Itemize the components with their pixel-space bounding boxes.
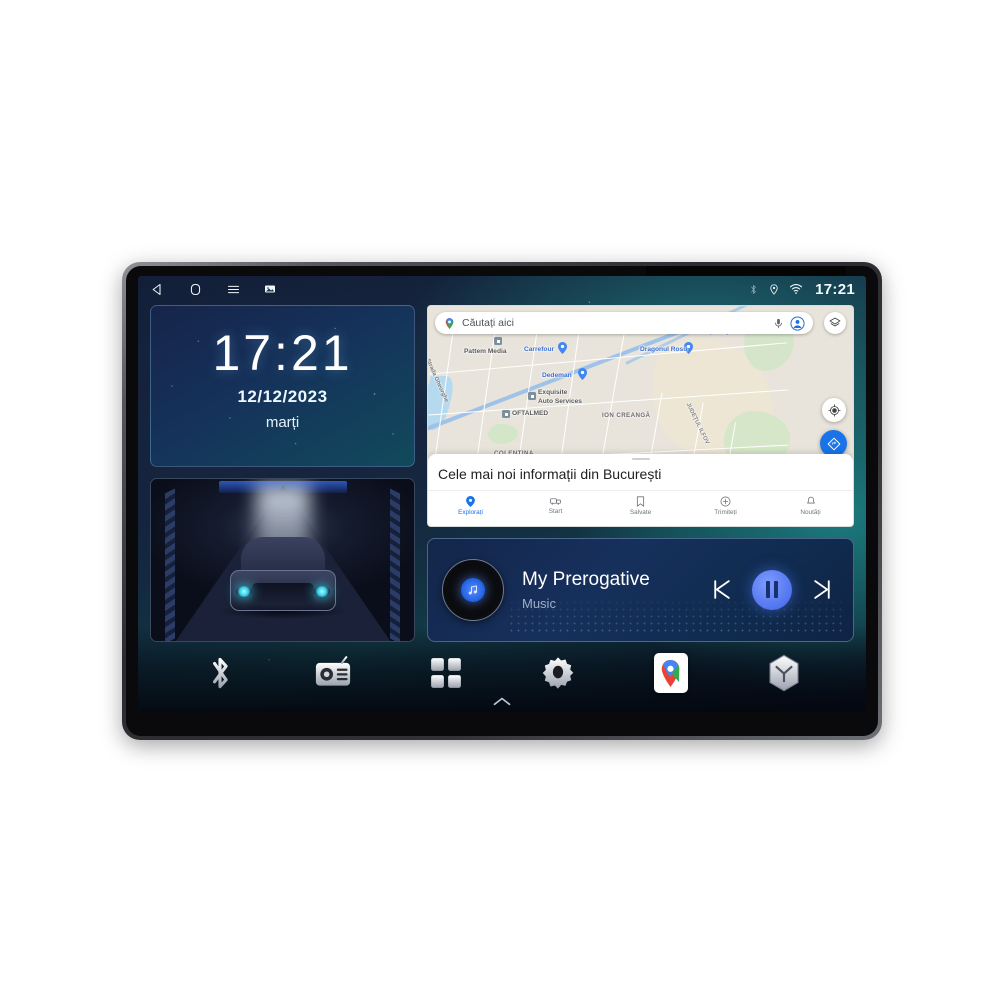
map-poi-marker-oftalmed[interactable] — [502, 410, 510, 418]
car-body — [229, 537, 336, 611]
map-tab-saved[interactable]: Salvate — [598, 491, 683, 521]
car-road-scene — [151, 478, 414, 641]
screen: 17:21 17:21 12/12/2023 marți Strada Gheo… — [138, 276, 866, 712]
map-poi-label-autoservices: Auto Services — [538, 398, 582, 405]
pause-bar-left — [766, 581, 770, 599]
left-widget-column: 17:21 12/12/2023 marți — [150, 305, 415, 642]
dock-item-cube-app[interactable] — [761, 650, 807, 696]
bluetooth-icon — [748, 283, 759, 296]
status-indicators: 17:21 — [748, 281, 855, 298]
map-poi-label-dragonul: Dragonul Rosu — [640, 346, 688, 353]
map-tab-updates[interactable]: Noutăți — [768, 491, 853, 521]
map-poi-marker-exquisite[interactable] — [528, 392, 536, 400]
right-widget-column: Strada Gheorghe JUDEȚUL ILFOV Pattem Med… — [427, 305, 854, 642]
map-tab-label: Trimiteți — [714, 508, 737, 516]
skip-previous-icon[interactable] — [709, 577, 734, 602]
apps-grid-icon — [430, 658, 461, 688]
status-bar-clock: 17:21 — [815, 280, 855, 298]
left-guardrail — [165, 488, 175, 641]
map-poi-label-carrefour: Carrefour — [524, 346, 555, 353]
headlight-right-icon — [313, 586, 330, 597]
map-poi-marker-pattem[interactable] — [494, 337, 502, 345]
commute-icon — [550, 496, 561, 506]
skip-next-icon[interactable] — [810, 577, 835, 602]
vinyl-music-note-icon — [461, 577, 485, 602]
album-art-vinyl[interactable] — [442, 558, 504, 621]
google-maps-widget[interactable]: Strada Gheorghe JUDEȚUL ILFOV Pattem Med… — [427, 305, 854, 527]
map-bottom-sheet[interactable]: Cele mai noi informații din București Ex… — [428, 453, 853, 526]
home-square-icon[interactable] — [188, 282, 203, 297]
car-grille — [251, 583, 314, 605]
dock-item-radio[interactable] — [310, 650, 356, 696]
screenshot-icon[interactable] — [264, 283, 276, 295]
map-tab-label: Start — [548, 508, 563, 516]
bookmark-icon — [636, 496, 645, 507]
track-title: My Prerogative — [522, 568, 650, 590]
clock-widget-date: 12/12/2023 — [237, 387, 328, 406]
clock-widget-time: 17:21 — [212, 325, 353, 381]
menu-lines-icon[interactable] — [226, 282, 241, 297]
map-poi-marker-dedeman[interactable] — [578, 368, 587, 380]
device-bezel: 17:21 17:21 12/12/2023 marți Strada Gheo… — [126, 266, 878, 736]
wifi-icon — [789, 283, 803, 295]
google-maps-icon — [653, 653, 688, 693]
location-pin-icon — [768, 283, 780, 296]
headlight-left-icon — [235, 586, 252, 597]
map-poi-label-dedeman: Dedeman — [542, 372, 572, 379]
account-avatar-icon[interactable] — [790, 315, 805, 331]
track-subtitle: Music — [522, 595, 556, 611]
pause-bar-right — [774, 581, 778, 599]
map-poi-marker-carrefour[interactable] — [558, 342, 567, 354]
explore-pin-icon — [466, 495, 475, 507]
map-area-label-ion-creanga: ION CREANGĂ — [602, 412, 651, 419]
clock-widget[interactable]: 17:21 12/12/2023 marți — [150, 305, 415, 467]
map-tab-contribute[interactable]: Trimiteți — [683, 491, 768, 521]
chevron-up-icon[interactable] — [492, 693, 512, 711]
google-maps-pin-icon — [443, 317, 456, 330]
cube-icon — [769, 654, 799, 692]
map-tab-bar: Explorați Start Salvate Trimiteți Noutăț… — [428, 489, 853, 521]
player-controls — [709, 569, 835, 610]
contribute-plus-icon — [720, 496, 731, 507]
car-illustration-widget[interactable] — [150, 477, 415, 642]
map-search-placeholder: Căutați aici — [462, 317, 514, 329]
map-poi-label-oftalmed: OFTALMED — [512, 410, 549, 417]
bluetooth-icon — [213, 657, 228, 689]
my-location-icon[interactable] — [822, 398, 846, 422]
home-workspace: 17:21 12/12/2023 marți Strada Gheorghe J… — [138, 302, 866, 642]
map-canvas[interactable]: Strada Gheorghe JUDEȚUL ILFOV Pattem Med… — [428, 306, 853, 526]
status-bar: 17:21 — [138, 276, 866, 302]
map-tab-explore[interactable]: Explorați — [428, 491, 513, 521]
navigation-buttons — [150, 282, 276, 297]
music-player-widget[interactable]: My Prerogative Music — [427, 537, 854, 642]
back-triangle-icon[interactable] — [150, 282, 165, 297]
map-poi-label-exquisite: Exquisite — [538, 389, 568, 396]
radio-icon — [315, 656, 351, 686]
gear-icon — [542, 657, 574, 689]
map-sheet-title: Cele mai noi informații din București — [438, 465, 662, 482]
dock-item-apps[interactable] — [423, 650, 469, 696]
pause-icon[interactable] — [752, 569, 792, 610]
microphone-icon[interactable] — [773, 318, 784, 329]
head-unit-device-frame: 17:21 17:21 12/12/2023 marți Strada Gheo… — [122, 262, 882, 740]
dock-item-settings[interactable] — [535, 650, 581, 696]
map-tab-label: Explorați — [458, 508, 483, 516]
clock-widget-weekday: marți — [265, 414, 300, 431]
map-tab-label: Noutăți — [800, 508, 821, 516]
right-guardrail — [390, 488, 400, 641]
map-search-bar[interactable]: Căutați aici — [435, 312, 813, 334]
map-tab-start[interactable]: Start — [513, 491, 598, 521]
dock-item-google-maps[interactable] — [648, 650, 694, 696]
bell-icon — [806, 496, 816, 507]
track-info: My Prerogative Music — [522, 569, 709, 611]
map-poi-label-pattem: Pattem Media — [464, 348, 507, 355]
map-tab-label: Salvate — [629, 508, 652, 516]
directions-arrow-icon[interactable] — [820, 430, 847, 457]
dock-item-bluetooth[interactable] — [197, 650, 243, 696]
map-layers-icon[interactable] — [824, 312, 846, 334]
